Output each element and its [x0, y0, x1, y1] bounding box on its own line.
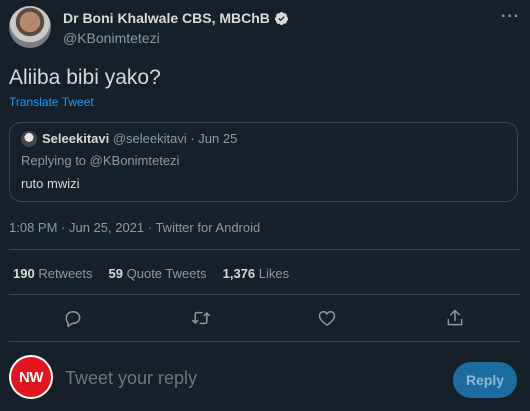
- quote-tweets-count: 59: [108, 266, 123, 281]
- retweet-icon[interactable]: [191, 308, 211, 328]
- author-handle[interactable]: @KBonimtetezi: [63, 30, 160, 46]
- divider: [9, 341, 520, 342]
- quoted-tweet-text: ruto mwizi: [21, 176, 80, 191]
- verified-badge-icon: [274, 11, 288, 25]
- quoted-replying-to: Replying to @KBonimtetezi: [21, 153, 180, 168]
- likes-label: Likes: [258, 266, 290, 281]
- reply-input[interactable]: [65, 368, 435, 389]
- tweet-text: Aliiba bibi yako?: [9, 66, 161, 89]
- retweets-label: Retweets: [38, 266, 93, 281]
- retweets-stat[interactable]: 190 Retweets: [13, 266, 93, 281]
- likes-count: 1,376: [222, 266, 256, 281]
- share-icon[interactable]: [445, 308, 465, 328]
- more-options-icon[interactable]: ···: [501, 8, 520, 26]
- reply-icon[interactable]: [63, 308, 83, 328]
- quote-tweets-stat[interactable]: 59 Quote Tweets: [109, 266, 207, 281]
- author-name-row[interactable]: Dr Boni Khalwale CBS, MBChB: [63, 10, 289, 26]
- user-avatar-logo: NW: [11, 357, 51, 397]
- tweet-actions: [0, 308, 530, 330]
- translate-tweet-link[interactable]: Translate Tweet: [9, 95, 94, 109]
- divider: [9, 249, 520, 250]
- quoted-author-name: Seleekitavi: [42, 131, 110, 146]
- quote-tweets-label: Quote Tweets: [126, 266, 207, 281]
- reply-button[interactable]: Reply: [453, 362, 517, 398]
- like-icon[interactable]: [317, 308, 337, 328]
- tweet-timestamp[interactable]: 1:08 PM · Jun 25, 2021 · Twitter for And…: [9, 220, 260, 235]
- author-avatar[interactable]: [9, 6, 51, 48]
- retweets-count: 190: [13, 266, 35, 281]
- likes-stat[interactable]: 1,376 Likes: [223, 266, 290, 281]
- quoted-tweet-header: Seleekitavi @seleekitavi · Jun 25: [42, 131, 237, 146]
- user-avatar[interactable]: NW: [9, 355, 53, 399]
- divider: [9, 294, 520, 295]
- quoted-author-meta: @seleekitavi · Jun 25: [112, 131, 238, 146]
- quoted-author-avatar: [21, 131, 37, 147]
- author-display-name[interactable]: Dr Boni Khalwale CBS, MBChB: [63, 10, 270, 26]
- quoted-tweet[interactable]: Seleekitavi @seleekitavi · Jun 25 Replyi…: [9, 122, 518, 202]
- tweet-stats: 190 Retweets 59 Quote Tweets 1,376 Likes: [13, 266, 289, 281]
